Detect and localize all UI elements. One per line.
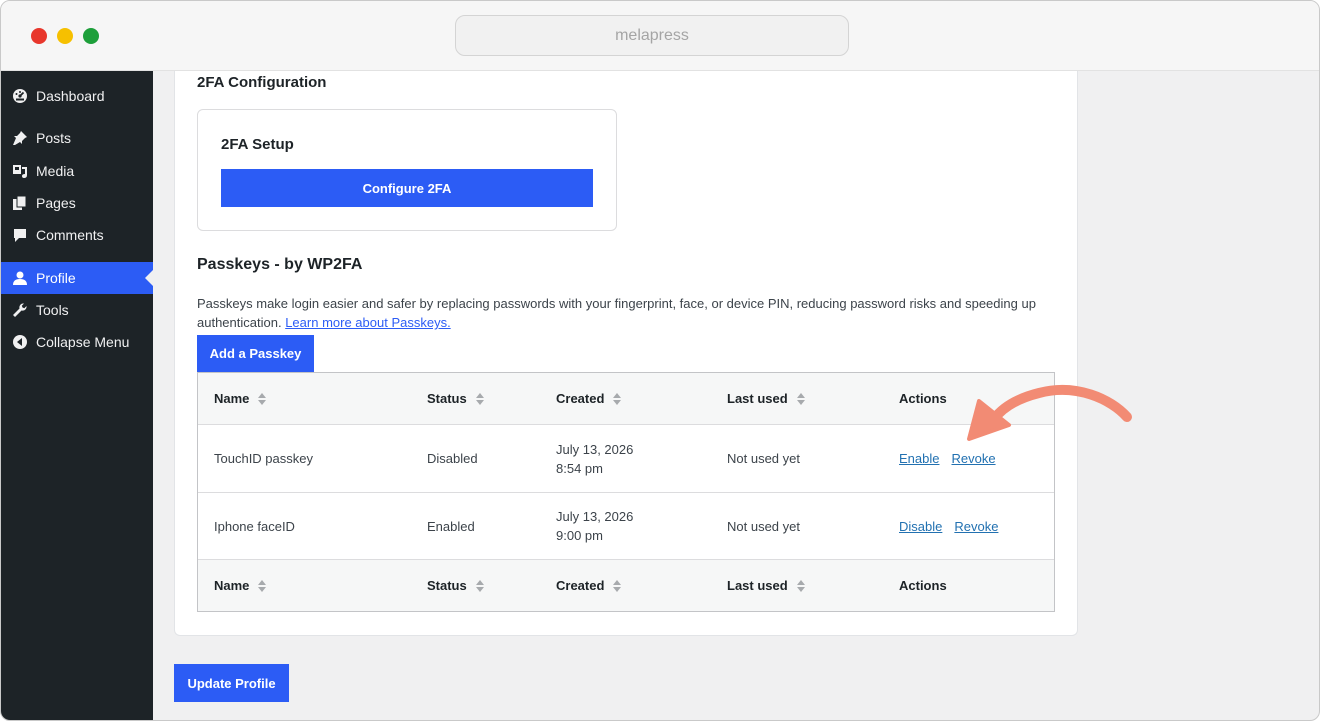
column-header-created[interactable]: Created bbox=[556, 373, 622, 424]
column-header-last-used[interactable]: Last used bbox=[727, 373, 805, 424]
table-row: Iphone faceID Enabled July 13, 2026 9:00 … bbox=[198, 493, 1054, 560]
2fa-setup-title: 2FA Setup bbox=[221, 136, 294, 153]
sidebar-item-pages[interactable]: Pages bbox=[1, 187, 153, 219]
sidebar-item-label: Posts bbox=[36, 130, 72, 146]
sort-icon bbox=[613, 392, 622, 405]
passkey-status: Enabled bbox=[427, 518, 475, 534]
close-window-button[interactable] bbox=[31, 28, 47, 44]
passkey-created: July 13, 2026 9:00 pm bbox=[556, 509, 634, 543]
sort-icon bbox=[796, 579, 805, 592]
enable-passkey-link[interactable]: Enable bbox=[899, 451, 939, 466]
passkey-last-used: Not used yet bbox=[727, 451, 800, 466]
table-footer-row: Name Status Created Last used Actions bbox=[198, 560, 1054, 611]
pin-icon bbox=[10, 128, 30, 148]
sidebar-item-label: Collapse Menu bbox=[36, 334, 130, 350]
annotation-arrow-icon bbox=[967, 384, 1132, 441]
sidebar-item-dashboard[interactable]: Dashboard bbox=[1, 80, 153, 112]
passkey-status: Disabled bbox=[427, 451, 478, 466]
column-footer-status[interactable]: Status bbox=[427, 560, 484, 611]
sidebar-item-label: Comments bbox=[36, 227, 104, 243]
sidebar-item-profile[interactable]: Profile bbox=[1, 262, 153, 294]
sort-icon bbox=[796, 392, 805, 405]
update-profile-button[interactable]: Update Profile bbox=[174, 664, 289, 702]
passkeys-description: Passkeys make login easier and safer by … bbox=[197, 294, 1057, 332]
configure-2fa-button[interactable]: Configure 2FA bbox=[221, 169, 593, 207]
column-footer-actions: Actions bbox=[899, 578, 947, 593]
column-header-status[interactable]: Status bbox=[427, 373, 484, 424]
passkeys-heading: Passkeys - by WP2FA bbox=[197, 256, 363, 273]
comment-icon bbox=[10, 225, 30, 245]
add-passkey-button[interactable]: Add a Passkey bbox=[197, 335, 314, 372]
dashboard-icon bbox=[10, 86, 30, 106]
sidebar-item-collapse-menu[interactable]: Collapse Menu bbox=[1, 326, 153, 358]
sidebar-item-tools[interactable]: Tools bbox=[1, 294, 153, 326]
column-header-name[interactable]: Name bbox=[214, 373, 267, 424]
minimize-window-button[interactable] bbox=[57, 28, 73, 44]
pages-icon bbox=[10, 193, 30, 213]
sidebar-item-label: Dashboard bbox=[36, 88, 105, 104]
browser-titlebar: melapress bbox=[1, 1, 1319, 71]
sort-icon bbox=[475, 392, 484, 405]
collapse-icon bbox=[10, 332, 30, 352]
sidebar-item-label: Media bbox=[36, 163, 75, 179]
passkey-last-used: Not used yet bbox=[727, 518, 800, 534]
revoke-passkey-link[interactable]: Revoke bbox=[951, 451, 995, 466]
learn-more-passkeys-link[interactable]: Learn more about Passkeys. bbox=[285, 315, 450, 330]
admin-sidebar: Dashboard Posts Media Pages Comments Pro… bbox=[1, 71, 153, 720]
address-bar[interactable]: melapress bbox=[455, 15, 849, 56]
table-header-row: Name Status Created Last used Actions bbox=[198, 373, 1054, 425]
maximize-window-button[interactable] bbox=[83, 28, 99, 44]
sidebar-item-comments[interactable]: Comments bbox=[1, 219, 153, 251]
disable-passkey-link[interactable]: Disable bbox=[899, 519, 942, 534]
sort-icon bbox=[475, 579, 484, 592]
sidebar-item-label: Profile bbox=[36, 270, 76, 286]
sidebar-item-label: Pages bbox=[36, 195, 76, 211]
table-row: TouchID passkey Disabled July 13, 2026 8:… bbox=[198, 425, 1054, 493]
passkey-created: July 13, 2026 8:54 pm bbox=[556, 441, 634, 476]
passkeys-table: Name Status Created Last used Actions To… bbox=[197, 372, 1055, 612]
revoke-passkey-link[interactable]: Revoke bbox=[954, 519, 998, 534]
passkey-actions: Disable Revoke bbox=[899, 493, 1010, 559]
user-icon bbox=[10, 268, 30, 288]
sort-icon bbox=[613, 579, 622, 592]
sort-icon bbox=[258, 579, 267, 592]
column-footer-last-used[interactable]: Last used bbox=[727, 560, 805, 611]
column-header-actions: Actions bbox=[899, 391, 947, 406]
2fa-configuration-heading: 2FA Configuration bbox=[197, 74, 327, 91]
passkey-name: TouchID passkey bbox=[214, 451, 313, 466]
sort-icon bbox=[258, 392, 267, 405]
column-footer-name[interactable]: Name bbox=[214, 560, 267, 611]
sidebar-item-posts[interactable]: Posts bbox=[1, 122, 153, 154]
passkey-name: Iphone faceID bbox=[214, 518, 295, 534]
sidebar-item-label: Tools bbox=[36, 302, 69, 318]
sidebar-item-media[interactable]: Media bbox=[1, 155, 153, 187]
media-icon bbox=[10, 161, 30, 181]
column-footer-created[interactable]: Created bbox=[556, 560, 622, 611]
wrench-icon bbox=[10, 300, 30, 320]
browser-window: melapress Dashboard Posts Media Pages Co… bbox=[0, 0, 1320, 721]
